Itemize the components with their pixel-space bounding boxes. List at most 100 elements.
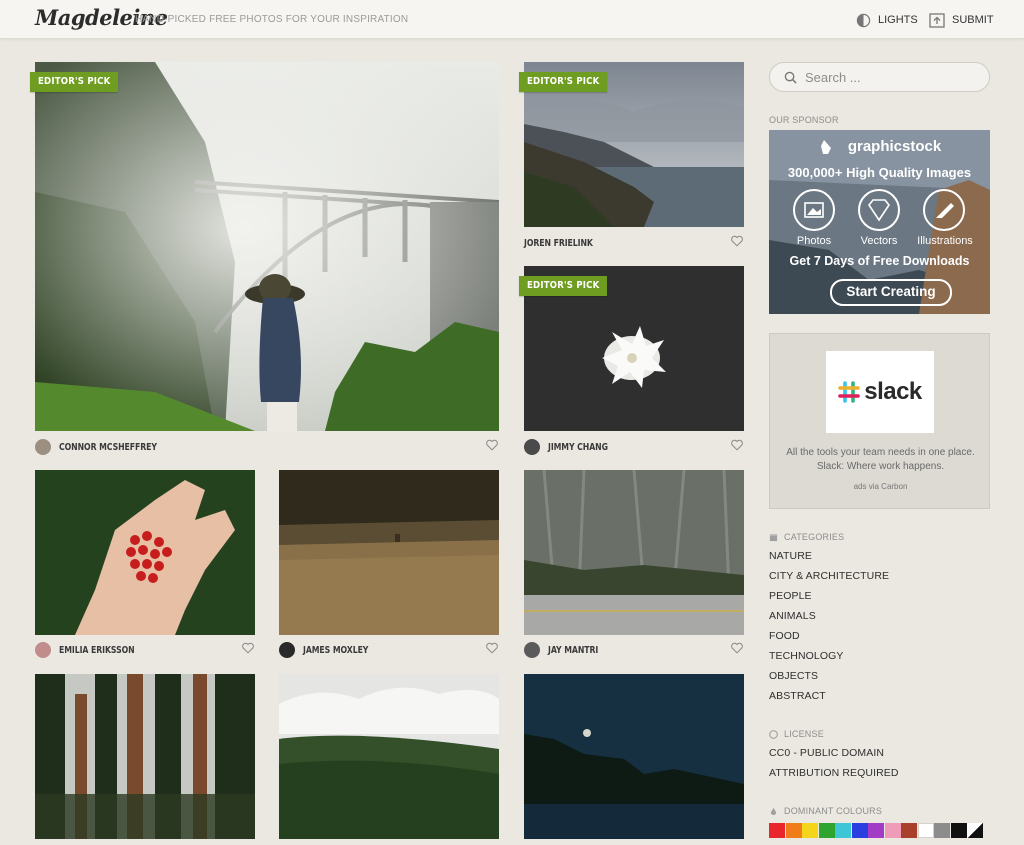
license-heading: LICENSE	[769, 729, 824, 739]
heart-icon[interactable]	[730, 234, 744, 248]
photo-meta: CONNOR MCSHEFFREY	[35, 438, 499, 456]
photo-thumbnail[interactable]	[279, 674, 499, 839]
editors-pick-badge[interactable]: EDITOR'S PICK	[30, 72, 119, 92]
license-link[interactable]: CC0 - PUBLIC DOMAIN	[769, 743, 899, 763]
avatar[interactable]	[35, 439, 51, 455]
category-link[interactable]: FOOD	[769, 626, 889, 646]
editors-pick-badge[interactable]: EDITOR'S PICK	[519, 276, 608, 296]
photo-card: JAMES MOXLEY	[279, 470, 499, 660]
photo-thumbnail[interactable]	[35, 674, 255, 839]
sponsor-brand: graphicstock	[847, 138, 942, 155]
photo-thumbnail[interactable]	[279, 470, 499, 635]
author-name[interactable]: EMILIA ERIKSSON	[59, 645, 135, 656]
submit-label: SUBMIT	[952, 14, 994, 26]
colour-swatch[interactable]	[868, 823, 884, 838]
search-icon	[784, 71, 797, 84]
search-bar[interactable]	[769, 62, 990, 92]
sponsor-feature-illustrations: Illustrations	[917, 235, 973, 247]
heart-icon[interactable]	[241, 641, 255, 655]
license-link[interactable]: ATTRIBUTION REQUIRED	[769, 763, 899, 783]
sponsor-offer: Get 7 Days of Free Downloads	[789, 254, 970, 268]
author-name[interactable]: CONNOR MCSHEFFREY	[59, 442, 157, 453]
colour-swatches	[769, 823, 984, 838]
category-link[interactable]: ABSTRACT	[769, 686, 889, 706]
avatar[interactable]	[524, 439, 540, 455]
photo-card: EDITOR'S PICK JIMMY CHANG	[519, 266, 744, 458]
photo-card: EMILIA ERIKSSON	[35, 470, 255, 660]
lights-toggle-icon	[856, 13, 871, 27]
carbon-ad-logo[interactable]: slack	[826, 351, 934, 433]
heart-icon[interactable]	[730, 641, 744, 655]
sponsor-feature-vectors: Vectors	[860, 235, 898, 247]
avatar[interactable]	[35, 642, 51, 658]
heart-icon[interactable]	[485, 641, 499, 655]
category-link[interactable]: PEOPLE	[769, 586, 889, 606]
slack-logo-icon	[838, 381, 861, 403]
heart-icon[interactable]	[730, 438, 744, 452]
category-link[interactable]: ANIMALS	[769, 606, 889, 626]
category-link[interactable]: TECHNOLOGY	[769, 646, 889, 666]
heart-icon[interactable]	[485, 438, 499, 452]
colour-swatch[interactable]	[835, 823, 851, 838]
colour-swatch[interactable]	[802, 823, 818, 838]
photo-thumbnail[interactable]	[524, 470, 744, 635]
author-name[interactable]: JAMES MOXLEY	[303, 645, 368, 656]
colour-swatch[interactable]	[818, 823, 835, 838]
lights-button[interactable]: LIGHTS	[856, 11, 918, 29]
search-input[interactable]	[805, 69, 975, 85]
top-bar: Magdeleine HAND-PICKED FREE PHOTOS FOR Y…	[0, 0, 1024, 39]
carbon-ad: slack All the tools your team needs in o…	[769, 333, 990, 509]
colour-swatch[interactable]	[901, 823, 917, 838]
photo-meta: JIMMY CHANG	[524, 438, 744, 456]
site-tagline: HAND-PICKED FREE PHOTOS FOR YOUR INSPIRA…	[135, 14, 409, 25]
sponsor-headline: 300,000+ High Quality Images	[787, 165, 972, 180]
colour-swatch[interactable]	[769, 823, 785, 838]
submit-button[interactable]: SUBMIT	[929, 11, 994, 29]
categories-icon	[769, 533, 778, 541]
license-label: LICENSE	[784, 729, 824, 739]
lights-label: LIGHTS	[878, 14, 918, 26]
license-list: CC0 - PUBLIC DOMAIN ATTRIBUTION REQUIRED	[769, 743, 899, 783]
photo-card: EDITOR'S PICK JOREN FRIELINK	[519, 62, 744, 252]
category-list: NATURE CITY & ARCHITECTURE PEOPLE ANIMAL…	[769, 546, 889, 706]
colours-label: DOMINANT COLOURS	[784, 806, 883, 816]
categories-heading: CATEGORIES	[769, 532, 844, 542]
categories-label: CATEGORIES	[784, 532, 845, 542]
photo-meta: JAY MANTRI	[524, 641, 744, 659]
editors-pick-badge[interactable]: EDITOR'S PICK	[519, 72, 608, 92]
photo-thumbnail[interactable]	[524, 674, 744, 839]
photo-meta: JAMES MOXLEY	[279, 641, 499, 659]
license-icon	[769, 729, 778, 739]
category-link[interactable]: NATURE	[769, 546, 889, 566]
photo-card: EDITOR'S PICK CONNOR MCSHEFFREY	[30, 62, 499, 458]
colour-swatch[interactable]	[851, 823, 868, 838]
photo-meta: EMILIA ERIKSSON	[35, 641, 255, 659]
photo-thumbnail[interactable]	[35, 62, 499, 431]
carbon-ad-text[interactable]: All the tools your team needs in one pla…	[780, 446, 981, 474]
colour-swatch[interactable]	[934, 823, 950, 838]
author-name[interactable]: JOREN FRIELINK	[524, 238, 593, 249]
colour-swatch[interactable]	[950, 823, 967, 838]
category-link[interactable]: OBJECTS	[769, 666, 889, 686]
colour-swatch[interactable]	[917, 823, 934, 838]
photo-card: JAY MANTRI	[524, 470, 744, 660]
drop-icon	[770, 807, 777, 815]
sponsor-cta-button[interactable]: Start Creating	[831, 284, 951, 299]
carbon-ad-brand: slack	[864, 378, 922, 405]
sponsor-ad[interactable]: graphicstock 300,000+ High Quality Image…	[769, 130, 990, 314]
author-name[interactable]: JIMMY CHANG	[548, 442, 608, 453]
colour-swatch[interactable]	[884, 823, 901, 838]
sponsor-label: OUR SPONSOR	[769, 115, 839, 125]
avatar[interactable]	[524, 642, 540, 658]
photo-meta: JOREN FRIELINK	[524, 234, 744, 252]
upload-icon	[929, 12, 945, 28]
colour-swatch[interactable]	[785, 823, 802, 838]
colour-swatch[interactable]	[967, 823, 983, 838]
photo-thumbnail[interactable]	[35, 470, 255, 635]
colours-heading: DOMINANT COLOURS	[769, 806, 882, 816]
avatar[interactable]	[279, 642, 295, 658]
sponsor-feature-photos: Photos	[796, 235, 832, 247]
category-link[interactable]: CITY & ARCHITECTURE	[769, 566, 889, 586]
carbon-ad-via[interactable]: ads via Carbon	[770, 482, 991, 491]
author-name[interactable]: JAY MANTRI	[548, 645, 598, 656]
